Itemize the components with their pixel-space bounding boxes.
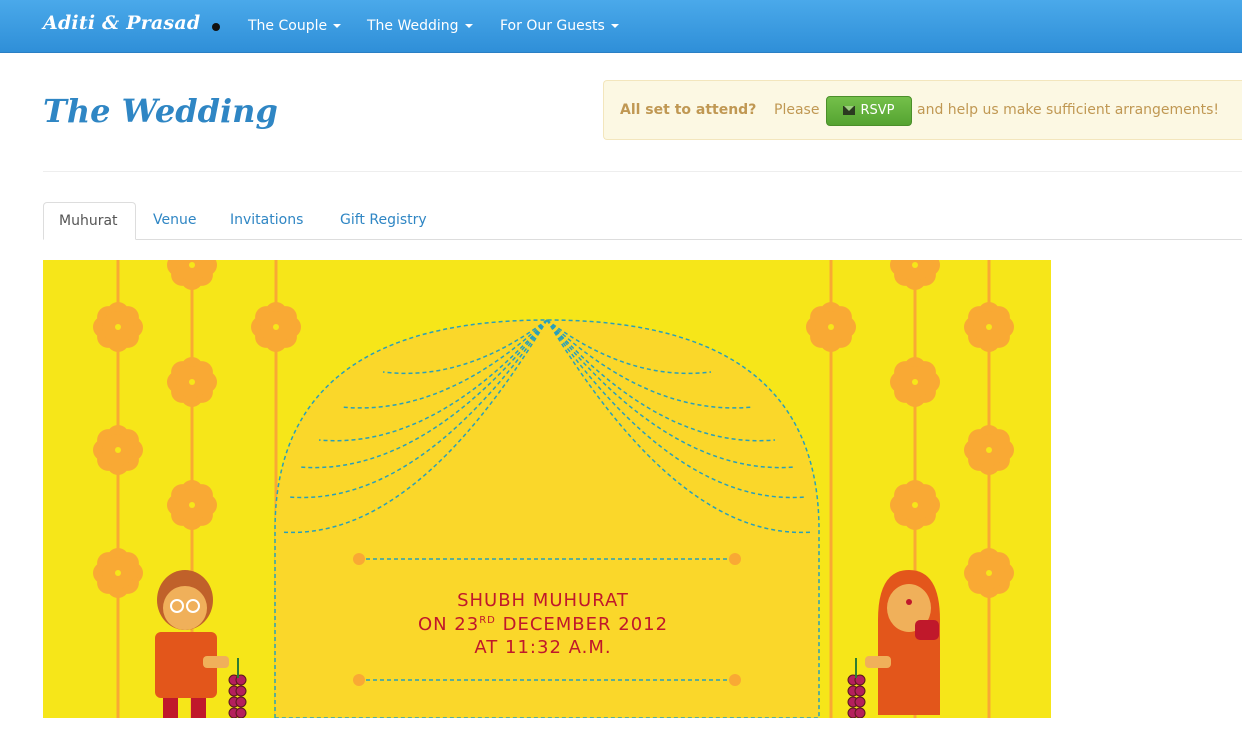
rsvp-lead-text: All set to attend? (620, 102, 757, 118)
nav-for-our-guests-label: For Our Guests (500, 18, 605, 34)
nav-for-our-guests[interactable]: For Our Guests (500, 18, 619, 34)
nav-the-couple[interactable]: The Couple (248, 18, 342, 34)
tabs-baseline (43, 239, 1242, 240)
top-navbar: Aditi & Prasad The Couple The Wedding Fo… (0, 0, 1242, 53)
nav-the-wedding-label: The Wedding (367, 18, 459, 34)
marigold-flower (167, 357, 217, 407)
caret-down-icon (333, 24, 342, 28)
rsvp-button-label: RSVP (860, 103, 895, 118)
muhurat-line-2: ON 23RD DECEMBER 2012 (418, 614, 668, 635)
tab-gift-registry[interactable]: Gift Registry (325, 202, 442, 239)
tab-venue[interactable]: Venue (138, 202, 211, 239)
page-title: The Wedding (43, 92, 278, 130)
rsvp-please-text: Please (774, 102, 820, 118)
marigold-flower (251, 302, 301, 352)
brand-logo[interactable]: Aditi & Prasad (43, 12, 200, 34)
rsvp-tail-text: and help us make sufficient arrangements… (917, 102, 1220, 118)
marigold-flower (167, 480, 217, 530)
muhurat-line-2-suffix: DECEMBER 2012 (496, 614, 668, 635)
separator-dot (212, 23, 220, 31)
marigold-flower (890, 357, 940, 407)
muhurat-banner: SHUBH MUHURAT ON 23RD DECEMBER 2012 AT 1… (43, 260, 1051, 718)
muhurat-line-2-prefix: ON 23 (418, 614, 479, 635)
muhurat-line-3: AT 11:32 A.M. (474, 637, 611, 658)
muhurat-line-1: SHUBH MUHURAT (457, 590, 629, 611)
tab-muhurat[interactable]: Muhurat (43, 202, 136, 240)
muhurat-illustration: SHUBH MUHURAT ON 23RD DECEMBER 2012 AT 1… (43, 260, 1051, 718)
marigold-flower (964, 302, 1014, 352)
marigold-flower (964, 548, 1014, 598)
tab-invitations[interactable]: Invitations (215, 202, 318, 239)
caret-down-icon (464, 24, 473, 28)
rsvp-button[interactable]: RSVP (826, 96, 912, 126)
marigold-flower (890, 480, 940, 530)
muhurat-line-2-sup: RD (479, 615, 496, 626)
divider (43, 171, 1242, 172)
nav-the-couple-label: The Couple (248, 18, 328, 34)
envelope-icon (843, 106, 856, 115)
rsvp-notice: All set to attend? Please RSVP and help … (603, 80, 1242, 140)
nav-the-wedding[interactable]: The Wedding (367, 18, 473, 34)
marigold-flower (93, 302, 143, 352)
marigold-flower (93, 425, 143, 475)
marigold-flower (806, 302, 856, 352)
marigold-flower (964, 425, 1014, 475)
marigold-flower (93, 548, 143, 598)
caret-down-icon (610, 24, 619, 28)
